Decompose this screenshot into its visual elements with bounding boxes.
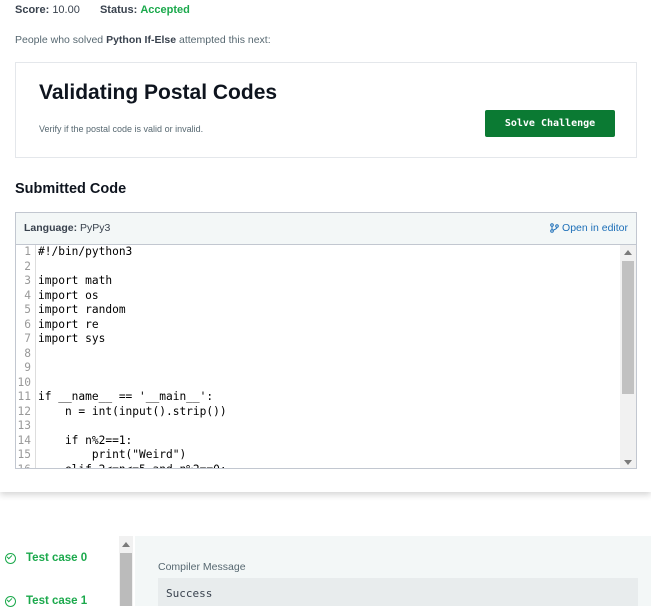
- code-line: 10: [16, 375, 620, 391]
- test-case-scrollbar[interactable]: [119, 536, 133, 606]
- submission-card: Score: 10.00 Status: Accepted People who…: [0, 0, 651, 492]
- line-number: 15: [16, 448, 36, 463]
- line-number: 13: [16, 419, 36, 434]
- code-line: 15 print("Weird"): [16, 448, 620, 463]
- compiler-message-box: Success: [158, 578, 638, 606]
- code-text: import random: [38, 303, 126, 316]
- code-line: 7 import sys: [16, 332, 620, 347]
- code-line: 3 import math: [16, 274, 620, 289]
- open-in-editor-label: Open in editor: [562, 222, 628, 234]
- test-case-item[interactable]: Test case 1: [5, 595, 87, 607]
- compiler-message-value: Success: [166, 587, 213, 600]
- scroll-thumb[interactable]: [120, 553, 132, 606]
- recommended-challenge-title[interactable]: Validating Postal Codes: [39, 81, 277, 105]
- line-number: 7: [16, 332, 36, 347]
- code-viewer: Language: PyPy3 Open in editor 1 #!/bin/p…: [15, 212, 637, 469]
- code-line: 14 if n%2==1:: [16, 433, 620, 448]
- line-number: 3: [16, 274, 36, 289]
- scroll-down-arrow-icon[interactable]: [624, 460, 632, 465]
- branch-icon: [550, 223, 559, 233]
- code-line: 6 import re: [16, 317, 620, 332]
- code-line: 13: [16, 419, 620, 434]
- language-label: Language:: [24, 222, 78, 234]
- code-text: if n%2==1:: [38, 433, 133, 447]
- test-case-label: Test case 1: [26, 595, 88, 607]
- submission-meta: Score: 10.00 Status: Accepted: [15, 4, 190, 16]
- code-text: if __name__ == '__main__':: [38, 390, 214, 403]
- code-line: 8: [16, 346, 620, 362]
- line-number: 9: [16, 361, 36, 376]
- check-circle-icon: [5, 552, 16, 564]
- open-in-editor-link[interactable]: Open in editor: [550, 222, 628, 234]
- test-case-label: Test case 0: [26, 552, 88, 564]
- code-content[interactable]: 1 #!/bin/python3 2 3 import math 4 import os 5 i…: [16, 245, 620, 469]
- solve-challenge-button[interactable]: Solve Challenge: [485, 110, 615, 137]
- code-line: 2: [16, 259, 620, 275]
- status-value: Accepted: [140, 4, 190, 16]
- test-case-list: Test case 0 Test case 1: [0, 536, 134, 607]
- code-line: 1 #!/bin/python3: [16, 245, 620, 260]
- code-text: #!/bin/python3: [38, 245, 133, 258]
- code-line: 11 if __name__ == '__main__':: [16, 390, 620, 405]
- recommended-challenge-card: Validating Postal Codes Verify if the po…: [15, 62, 637, 158]
- code-text: import math: [38, 274, 113, 287]
- line-number: 10: [16, 375, 36, 390]
- code-viewer-header: Language: PyPy3 Open in editor: [16, 213, 636, 245]
- line-number: 16: [16, 462, 36, 468]
- compiler-message-panel: Compiler Message Success: [135, 536, 651, 606]
- line-number: 12: [16, 404, 36, 419]
- code-line: 12 n = int(input().strip()): [16, 404, 620, 419]
- line-number: 8: [16, 346, 36, 361]
- code-scrollbar[interactable]: [620, 245, 636, 468]
- code-line: 5 import random: [16, 303, 620, 318]
- code-text: import sys: [38, 332, 106, 345]
- line-number: 6: [16, 317, 36, 332]
- line-number: 5: [16, 303, 36, 318]
- line-number: 11: [16, 390, 36, 405]
- submitted-code-heading: Submitted Code: [15, 181, 127, 197]
- line-number: 1: [16, 245, 36, 260]
- score-value: 10.00: [52, 4, 80, 16]
- language-value: PyPy3: [80, 222, 111, 234]
- compiler-message-label: Compiler Message: [158, 561, 246, 573]
- code-text: print("Weird"): [38, 448, 187, 461]
- recommended-challenge-description: Verify if the postal code is valid or in…: [39, 124, 204, 134]
- score-label: Score:: [15, 4, 50, 16]
- next-challenge-intro: People who solved Python If-Else attempt…: [15, 34, 271, 46]
- language-indicator: Language: PyPy3: [24, 222, 110, 234]
- code-line: 4 import os: [16, 288, 620, 303]
- test-case-item[interactable]: Test case 0: [5, 552, 87, 564]
- code-text: n = int(input().strip()): [38, 404, 227, 418]
- status-label: Status:: [99, 4, 138, 16]
- code-line: 9: [16, 361, 620, 376]
- test-results-panel: Test case 0 Test case 1 Compiler Message …: [0, 536, 651, 607]
- scroll-up-arrow-icon[interactable]: [122, 542, 130, 547]
- solved-challenge-name: Python If-Else: [106, 34, 177, 46]
- check-circle-icon: [5, 595, 16, 607]
- code-text: import os: [38, 288, 99, 302]
- line-number: 14: [16, 433, 36, 448]
- scroll-up-arrow-icon[interactable]: [624, 250, 632, 255]
- line-number: 2: [16, 259, 36, 274]
- code-text: import re: [38, 317, 99, 331]
- line-number: 4: [16, 288, 36, 303]
- code-line: 16 elif 2<=n<=5 and n%2==0:: [16, 462, 620, 469]
- code-text: elif 2<=n<=5 and n%2==0:: [38, 462, 227, 469]
- scroll-thumb[interactable]: [622, 261, 634, 394]
